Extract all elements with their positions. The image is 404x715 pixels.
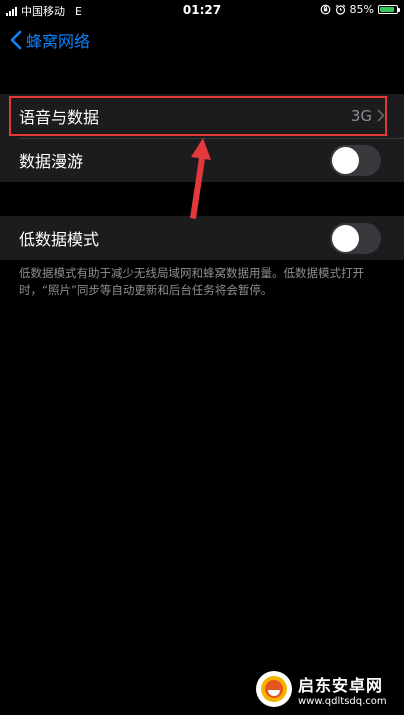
status-bar: 中国移动 E 01:27 85%	[0, 0, 404, 20]
toggle-knob	[332, 147, 359, 174]
settings-group-low-data: 低数据模式	[0, 216, 404, 260]
toggle-knob	[332, 225, 359, 252]
watermark-url: www.qdltsdq.com	[298, 695, 387, 707]
back-label: 蜂窝网络	[26, 32, 91, 51]
battery-icon	[378, 5, 400, 14]
voice-data-label: 语音与数据	[19, 108, 100, 127]
low-data-mode-toggle[interactable]	[330, 223, 381, 254]
settings-group-cellular: 语音与数据 3G 数据漫游	[0, 94, 404, 182]
low-data-footnote: 低数据模式有助于减少无线局域网和蜂窝数据用量。低数据模式打开时，“照片”同步等自…	[19, 266, 364, 297]
low-data-mode-label: 低数据模式	[19, 230, 100, 249]
data-roaming-label: 数据漫游	[19, 152, 84, 171]
chevron-right-icon	[377, 109, 385, 122]
rotation-lock-icon	[320, 4, 331, 15]
nav-bar: 蜂窝网络	[0, 20, 404, 62]
watermark: 启东安卓网 www.qdltsdq.com	[256, 667, 396, 711]
voice-data-row[interactable]: 语音与数据 3G	[0, 94, 404, 138]
status-right: 85%	[320, 3, 400, 16]
watermark-text: 启东安卓网 www.qdltsdq.com	[298, 672, 387, 707]
low-data-mode-row: 低数据模式	[0, 216, 404, 260]
voice-data-value: 3G	[350, 107, 372, 125]
back-button[interactable]: 蜂窝网络	[10, 28, 90, 52]
battery-percent: 85%	[349, 3, 374, 16]
data-roaming-row: 数据漫游	[0, 138, 404, 182]
battery-fill	[380, 7, 394, 12]
watermark-logo-icon	[256, 671, 292, 707]
chevron-left-icon	[10, 30, 22, 50]
watermark-name: 启东安卓网	[298, 675, 384, 695]
alarm-icon	[335, 4, 346, 15]
data-roaming-toggle[interactable]	[330, 145, 381, 176]
